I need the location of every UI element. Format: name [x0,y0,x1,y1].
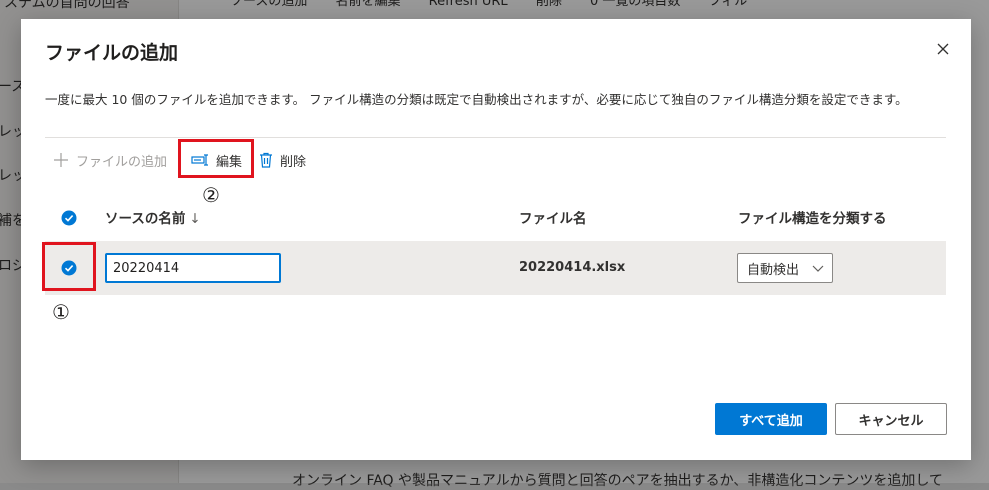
structure-dropdown[interactable]: 自動検出 [737,253,833,283]
chevron-down-icon [812,265,824,272]
annotation-marker-2: ② [202,183,220,207]
delete-label: 削除 [280,154,307,170]
column-header-structure: ファイル構造を分類する [738,211,887,227]
add-file-label: ファイルの追加 [76,154,168,170]
delete-button[interactable]: 削除 [259,150,306,170]
close-button[interactable] [935,41,951,57]
column-header-file-name: ファイル名 [519,211,587,227]
add-icon [54,153,68,167]
structure-dropdown-value: 自動検出 [747,262,800,278]
add-file-dialog: ファイルの追加 一度に最大 10 個のファイルを追加できます。 ファイル構造の分… [21,19,971,460]
add-all-button[interactable]: すべて追加 [715,403,827,435]
checkmark-circle-icon [61,210,77,226]
cancel-button[interactable]: キャンセル [835,403,947,435]
trash-icon [260,152,272,168]
add-file-button[interactable]: ファイルの追加 [53,150,167,170]
source-name-header-label: ソースの名前 [105,211,186,227]
source-name-input[interactable] [105,253,281,283]
file-name-cell: 20220414.xlsx [519,260,626,275]
annotation-marker-1: ① [52,300,70,324]
column-header-source-name[interactable]: ソースの名前 ↓ [105,207,201,227]
select-all-checkbox[interactable] [61,210,77,230]
table-row[interactable]: 20220414.xlsx 自動検出 [45,241,946,295]
dialog-description: 一度に最大 10 個のファイルを追加できます。 ファイル構造の分類は既定で自動検… [45,92,908,107]
sort-down-icon: ↓ [189,211,201,227]
annotation-highlight-edit [178,139,254,178]
annotation-highlight-checkbox [42,242,96,291]
close-icon [937,43,949,55]
dialog-title: ファイルの追加 [45,42,179,64]
